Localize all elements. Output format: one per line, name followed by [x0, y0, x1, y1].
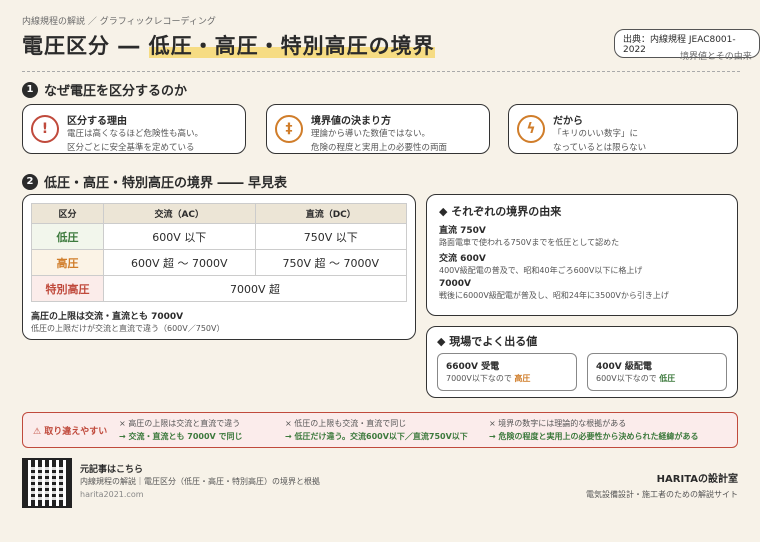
footer-link[interactable]: 元記事はこちら 内線規程の解説｜電圧区分（低圧・高圧・特別高圧）の境界と根拠 h…	[80, 462, 320, 501]
warning-icon: !	[31, 115, 59, 143]
subtitle: 境界値とその由来	[680, 52, 752, 62]
url[interactable]: harita2021.com	[80, 488, 320, 501]
title-highlight: 低圧・高圧・特別高圧の境界	[148, 34, 435, 58]
mistake-item: × 低圧の上限も交流・直流で同じ → 低圧だけ違う。交流600V以下／直流750…	[285, 419, 468, 441]
col-header: 区分	[31, 203, 104, 224]
breadcrumb: 内線規程の解説 ／ グラフィックレコーディング	[22, 17, 216, 27]
field-title: ◆ 現場でよく出る値	[437, 335, 538, 348]
field-card: ◆ 現場でよく出る値 6600V 受電 7000V以下なので 高圧 400V 級…	[426, 326, 738, 398]
origin-text: 路面電車で使われる750Vまでを低圧として認めた	[439, 238, 620, 247]
origin-text: 戦後に6000V級配電が普及し、昭和24年に3500Vから引き上げ	[439, 291, 669, 300]
ruler-icon: ‡	[275, 115, 303, 143]
origin-card: ◆ それぞれの境界の由来 直流 750V 路面電車で使われる750Vまでを低圧と…	[426, 194, 738, 316]
card-method: ‡ 境界値の決まり方 理論から導いた数値ではない。 危険の程度と実用上の必要性の両面	[266, 104, 490, 154]
origin-head: 直流 750V	[439, 226, 486, 236]
col-header: 直流（DC）	[254, 203, 407, 224]
qr-title: 元記事はこちら	[80, 465, 144, 475]
table-row: 低圧 600V 以下 750V 以下	[31, 223, 407, 250]
divider	[22, 71, 740, 72]
qr-text: 内線規程の解説｜電圧区分（低圧・高圧・特別高圧）の境界と根拠	[80, 477, 320, 486]
voltage-table: 区分 交流（AC） 直流（DC） 低圧 600V 以下 750V 以下 高圧 600V 超…	[31, 203, 407, 302]
page: { "header":{"breadcrumb":"内線規程の解説 ／ グラフィ…	[0, 0, 760, 542]
origin-head: 交流 600V	[439, 254, 486, 264]
brand-sub: 電気設備設計・施工者のための解説サイト	[586, 490, 738, 499]
table-row: 高圧 600V 超 〜 7000V 750V 超 〜 7000V	[31, 249, 407, 276]
mistakes-label: ⚠ 取り違えやすい	[33, 427, 108, 437]
table-note-text: 低圧の上限だけが交流と直流で違う（600V／750V）	[31, 324, 225, 333]
warning-icon: ⚠	[33, 427, 45, 437]
field-item: 6600V 受電 7000V以下なので 高圧	[437, 353, 577, 391]
table-note-title: 高圧の上限は交流・直流とも 7000V	[31, 312, 184, 322]
mistakes-bar: ⚠ 取り違えやすい × 高圧の上限は交流と直流で違う → 交流・直流とも 700…	[22, 412, 738, 448]
section1-heading: 1 なぜ電圧を区分するのか	[22, 80, 187, 99]
card-reason: ! 区分する理由 電圧は高くなるほど危険性も高い。 区分ごとに安全基準を定めている	[22, 104, 246, 154]
table-row: 特別高圧 7000V 超	[31, 275, 407, 302]
card-therefore: ϟ だから 「キリのいい数字」に なっているとは限らない	[508, 104, 738, 154]
lightning-icon: ϟ	[517, 115, 545, 143]
origin-text: 400V級配電の普及で、昭和40年ごろ600V以下に格上げ	[439, 266, 643, 275]
brand: HARITAの設計室	[656, 474, 738, 485]
section2-heading: 2 低圧・高圧・特別高圧の境界 ―― 早見表	[22, 172, 287, 191]
origin-title: ◆ それぞれの境界の由来	[439, 205, 562, 218]
field-item: 400V 級配電 600V以下なので 低圧	[587, 353, 727, 391]
mistake-item: × 境界の数字には理論的な根拠がある → 危険の程度と実用上の必要性から決められ…	[489, 419, 699, 441]
page-title: 電圧区分 ― 低圧・高圧・特別高圧の境界	[22, 34, 435, 58]
col-header: 交流（AC）	[103, 203, 256, 224]
origin-head: 7000V	[439, 279, 472, 289]
mistake-item: × 高圧の上限は交流と直流で違う → 交流・直流とも 7000V で同じ	[119, 419, 243, 441]
voltage-table-card: 区分 交流（AC） 直流（DC） 低圧 600V 以下 750V 以下 高圧 600V 超…	[22, 194, 416, 340]
qr-code[interactable]	[22, 458, 72, 508]
